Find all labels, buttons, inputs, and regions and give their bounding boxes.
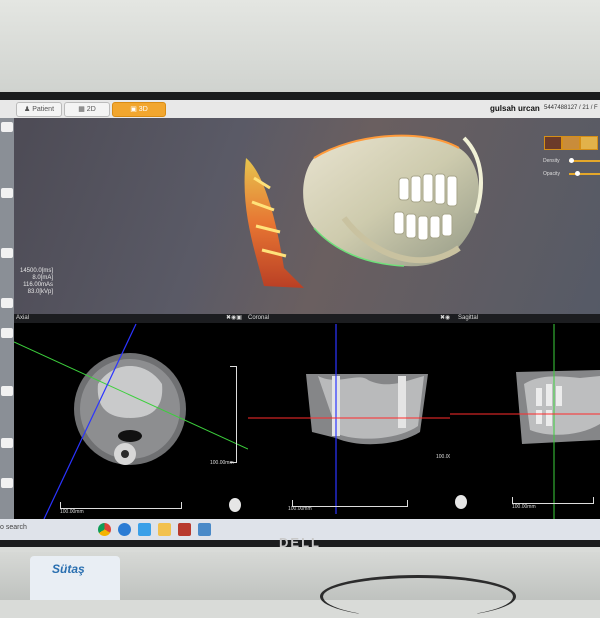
axial-slice-image bbox=[14, 323, 248, 519]
rail-button[interactable] bbox=[1, 328, 13, 338]
preset-thumbnail[interactable] bbox=[580, 136, 598, 150]
axial-vertical-scale bbox=[230, 366, 237, 463]
monitor-screen: ♟ Patient ▦ 2D ▣ 3D gulsah urcan 5447488… bbox=[0, 100, 600, 540]
axial-horizontal-scale bbox=[60, 502, 182, 509]
axial-panel[interactable]: Axial 100.00mm 100.00mm bbox=[14, 314, 248, 519]
rail-button[interactable] bbox=[1, 438, 13, 448]
person-icon: ♟ bbox=[23, 106, 33, 113]
rail-button[interactable] bbox=[1, 122, 13, 132]
coronal-horizontal-scale-label: 100.00mm bbox=[288, 506, 312, 512]
scan-parameters: 14500.0[ms] 8.0[mA] 116.00mAs 83.0[kVp] bbox=[20, 268, 54, 295]
patient-name: gulsah urcan bbox=[490, 104, 540, 113]
rail-button[interactable] bbox=[1, 188, 13, 198]
rail-button[interactable] bbox=[1, 248, 13, 258]
density-slider[interactable] bbox=[568, 158, 600, 163]
view-tools-icon[interactable]: ✖◉ bbox=[440, 314, 450, 323]
cup-label: Sütaş bbox=[52, 562, 85, 576]
patient-id: 5447488127 / 21 / F bbox=[544, 105, 598, 111]
grid-icon: ▦ bbox=[78, 106, 87, 113]
rail-button[interactable] bbox=[1, 478, 13, 488]
cube-icon: ▣ bbox=[130, 106, 139, 113]
view-tools-icon[interactable]: ✖◉▣ bbox=[226, 314, 242, 323]
coronal-slice-image bbox=[248, 324, 450, 514]
wall-background bbox=[0, 0, 600, 96]
taskbar-search[interactable]: o search bbox=[0, 524, 27, 531]
opacity-label: Opacity bbox=[543, 171, 560, 177]
sagittal-slice-image bbox=[450, 324, 600, 519]
left-tool-rail bbox=[0, 118, 14, 523]
sagittal-horizontal-scale bbox=[512, 497, 594, 504]
sagittal-panel[interactable]: ✖◉ Sagittal 100.00mm bbox=[440, 314, 600, 519]
axial-vertical-scale-label: 100.00mm bbox=[210, 460, 234, 466]
render-controls: Density Opacity bbox=[540, 136, 600, 186]
axial-head-orientation-icon bbox=[229, 498, 241, 512]
tab-3d[interactable]: ▣ 3D bbox=[112, 102, 166, 117]
preset-thumbnail[interactable] bbox=[544, 136, 562, 150]
axial-horizontal-scale-label: 100.00mm bbox=[60, 509, 84, 515]
opacity-slider[interactable] bbox=[569, 171, 600, 176]
coronal-head-orientation-icon bbox=[455, 495, 467, 509]
monitor-cable bbox=[320, 575, 516, 618]
opacity-slider-knob[interactable] bbox=[574, 171, 580, 176]
volume-render-view[interactable] bbox=[14, 118, 600, 314]
top-toolbar: ♟ Patient ▦ 2D ▣ 3D gulsah urcan 5447488… bbox=[0, 100, 600, 118]
sagittal-horizontal-scale-label: 100.00mm bbox=[512, 504, 536, 510]
monitor-brand-logo: DELL bbox=[279, 535, 321, 550]
coronal-panel[interactable]: ✖◉▣ Coronal 100.00mm 100.00mm bbox=[226, 314, 463, 519]
skull-volume-render bbox=[244, 134, 483, 288]
drink-cup: Sütaş bbox=[30, 556, 120, 600]
density-label: Density bbox=[543, 158, 560, 164]
tab-patient[interactable]: ♟ Patient bbox=[16, 102, 62, 117]
rail-button[interactable] bbox=[1, 386, 13, 396]
preset-thumbnail[interactable] bbox=[562, 136, 580, 150]
tab-2d[interactable]: ▦ 2D bbox=[64, 102, 110, 117]
density-slider-knob[interactable] bbox=[568, 158, 574, 163]
rail-button[interactable] bbox=[1, 298, 13, 308]
